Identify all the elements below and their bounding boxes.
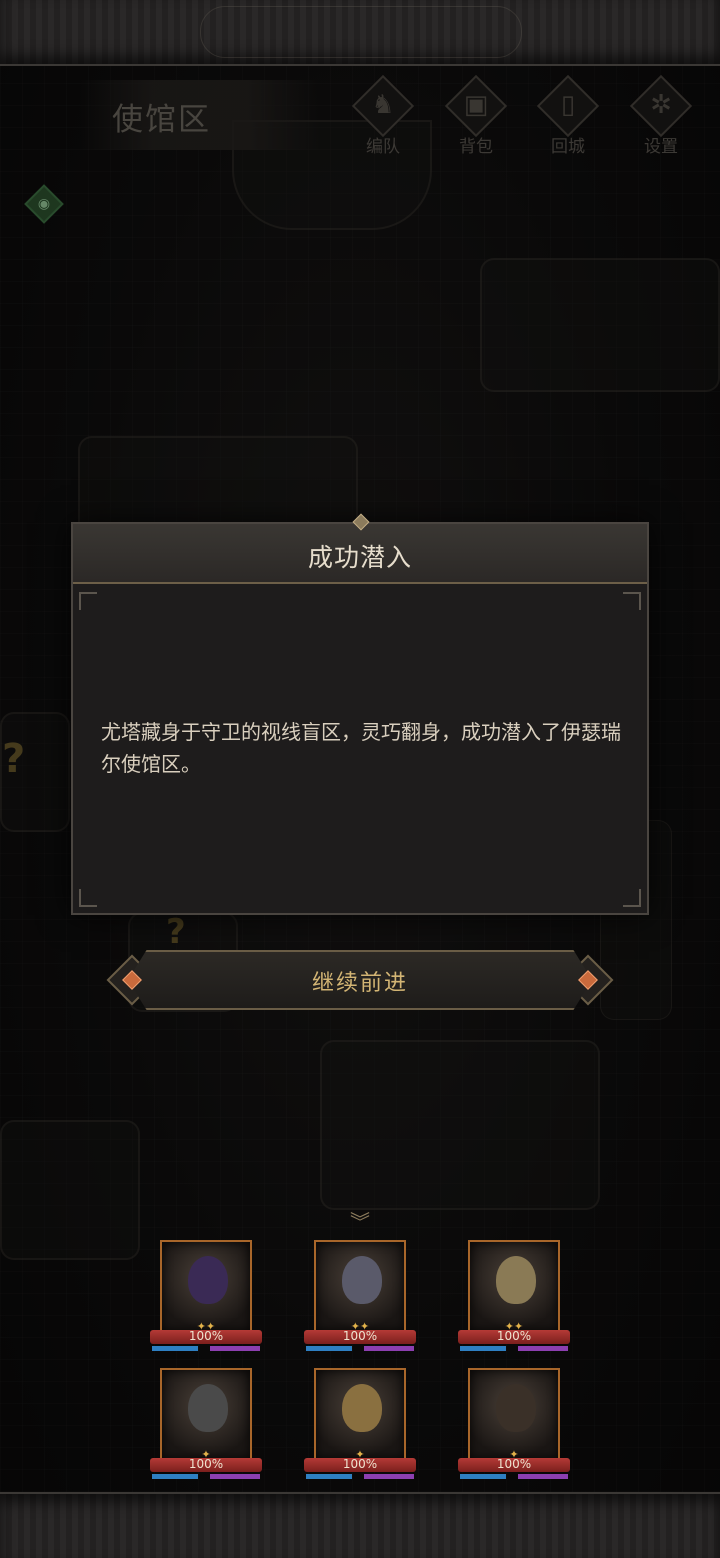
energy-bar: [210, 1474, 260, 1479]
hero-portrait: [468, 1368, 560, 1460]
hero-face: [496, 1384, 536, 1432]
mana-bar: [460, 1474, 506, 1479]
hero-card[interactable]: ✦ 100%: [458, 1368, 570, 1488]
hero-portrait: [160, 1368, 252, 1460]
resource-bars: [152, 1474, 260, 1479]
hero-portrait: [314, 1368, 406, 1460]
collapse-party-icon[interactable]: ︾: [346, 1206, 374, 1234]
hp-percent: 100%: [342, 1457, 378, 1471]
mana-bar: [152, 1474, 198, 1479]
hero-portrait: [314, 1240, 406, 1332]
hero-face: [496, 1256, 536, 1304]
hero-card[interactable]: ✦✦ 100%: [304, 1240, 416, 1360]
dialog: 成功潜入 尤塔藏身于守卫的视线盲区，灵巧翻身，成功潜入了伊瑟瑞尔使馆区。: [71, 513, 649, 915]
hp-percent: 100%: [188, 1457, 224, 1471]
mana-bar: [152, 1346, 198, 1351]
hero-card[interactable]: ✦✦ 100%: [458, 1240, 570, 1360]
bottom-ornament-bar: [0, 1492, 720, 1558]
mana-bar: [306, 1474, 352, 1479]
hero-portrait: [468, 1240, 560, 1332]
hero-card[interactable]: ✦ 100%: [150, 1368, 262, 1488]
mana-bar: [460, 1346, 506, 1351]
resource-bars: [460, 1346, 568, 1351]
hero-face: [188, 1256, 228, 1304]
mana-bar: [306, 1346, 352, 1351]
corner-ornament: [79, 889, 97, 907]
corner-ornament: [623, 889, 641, 907]
hero-face: [342, 1256, 382, 1304]
hero-card[interactable]: ✦ 100%: [304, 1368, 416, 1488]
dialog-title: 成功潜入: [307, 543, 412, 572]
hp-percent: 100%: [342, 1329, 378, 1343]
hero-face: [342, 1384, 382, 1432]
hp-percent: 100%: [496, 1457, 532, 1471]
resource-bars: [306, 1474, 414, 1479]
corner-ornament: [79, 592, 97, 610]
resource-bars: [306, 1346, 414, 1351]
corner-ornament: [623, 592, 641, 610]
dialog-body: 尤塔藏身于守卫的视线盲区，灵巧翻身，成功潜入了伊瑟瑞尔使馆区。: [101, 720, 621, 776]
hero-card[interactable]: ✦✦ 100%: [150, 1240, 262, 1360]
hero-face: [188, 1384, 228, 1432]
energy-bar: [518, 1346, 568, 1351]
continue-button-label[interactable]: 继续前进: [128, 965, 592, 997]
resource-bars: [152, 1346, 260, 1351]
dialog-header: 成功潜入: [73, 513, 647, 584]
energy-bar: [364, 1346, 414, 1351]
hero-portrait: [160, 1240, 252, 1332]
energy-bar: [518, 1474, 568, 1479]
hp-percent: 100%: [188, 1329, 224, 1343]
top-ornament-bar: [0, 0, 720, 66]
hp-percent: 100%: [496, 1329, 532, 1343]
resource-bars: [460, 1474, 568, 1479]
energy-bar: [364, 1474, 414, 1479]
energy-bar: [210, 1346, 260, 1351]
